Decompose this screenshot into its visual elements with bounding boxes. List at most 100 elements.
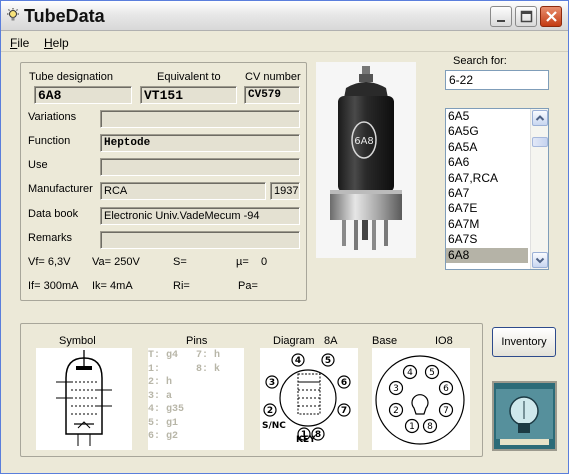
data-book-label: Data book	[28, 208, 79, 220]
base-pin: 6	[438, 380, 454, 396]
tube-list-item[interactable]: 6A5A	[446, 140, 528, 155]
equivalent-to-field[interactable]: VT151	[140, 86, 237, 104]
svg-text:1: 1	[409, 422, 415, 432]
scroll-up-button[interactable]	[532, 110, 548, 126]
va-value: Va= 250V	[92, 256, 140, 268]
tube-listbox[interactable]: 6A5 6A5G 6A5A 6A6 6A7,RCA 6A7 6A7E 6A7M 6A7S 6A8	[445, 108, 549, 270]
function-label: Function	[28, 135, 71, 147]
pin-entry: 7: h	[196, 350, 221, 361]
svg-text:3: 3	[393, 384, 399, 394]
svg-text:2: 2	[393, 406, 399, 416]
tube-photo: 6A8	[316, 62, 416, 258]
base-code: IO8	[435, 335, 453, 347]
pin-entry: 2: h	[148, 377, 173, 388]
year-field[interactable]: 1937	[270, 182, 300, 200]
base-pin: 3	[388, 380, 404, 396]
tube-list-item[interactable]: 6A7,RCA	[446, 171, 528, 186]
scroll-down-button[interactable]	[532, 252, 548, 268]
pin-entry: 8: k	[196, 363, 221, 375]
diagram-pin: 4	[291, 353, 305, 367]
svg-text:4: 4	[295, 356, 301, 366]
tube-list-item[interactable]: 6A8	[446, 247, 528, 263]
scroll-thumb[interactable]	[532, 137, 548, 147]
ri-value: Ri=	[173, 280, 190, 292]
svg-text:3: 3	[269, 378, 275, 388]
close-button[interactable]	[540, 6, 562, 27]
svg-text:7: 7	[341, 406, 347, 416]
base-pin: 2	[388, 402, 404, 418]
svg-text:8: 8	[427, 422, 433, 432]
search-input[interactable]: 6-22	[445, 70, 549, 90]
diagram-pin: 3	[265, 375, 279, 389]
inventory-button[interactable]: Inventory	[492, 327, 556, 357]
lightbulb-icon	[7, 8, 19, 21]
svg-text:8: 8	[315, 430, 321, 440]
equivalent-to-label: Equivalent to	[157, 71, 221, 83]
base-pin: 1	[404, 418, 420, 434]
diagram-key-text: KEY	[296, 435, 316, 445]
close-icon	[546, 11, 557, 22]
base-label: Base	[372, 335, 398, 347]
base-pinout-drawing: 12 34 56 78	[375, 355, 465, 445]
tube-label-text: 6A8	[354, 136, 374, 147]
mu-value: 0	[261, 256, 268, 268]
s-value: S=	[173, 256, 187, 268]
tube-list-item[interactable]: 6A7	[446, 186, 528, 201]
minimize-button[interactable]	[490, 6, 512, 27]
svg-text:5: 5	[325, 356, 331, 366]
base-diagram: 12 34 56 78	[372, 348, 470, 450]
menu-help-label: elp	[52, 36, 69, 50]
tube-designation-field[interactable]: 6A8	[34, 86, 132, 104]
pins-label: Pins	[186, 335, 208, 347]
cv-number-label: CV number	[245, 71, 301, 83]
menu-file[interactable]: File	[10, 36, 29, 50]
maximize-icon	[520, 10, 533, 23]
menu-bar: File Help	[1, 32, 568, 52]
pin-entry: 1:	[148, 363, 161, 375]
function-field[interactable]: Heptode	[100, 134, 300, 152]
base-pin: 4	[402, 364, 418, 380]
remarks-field[interactable]	[100, 231, 300, 249]
tube-list-item[interactable]: 6A7E	[446, 201, 528, 216]
vf-value: Vf= 6,3V	[28, 256, 71, 268]
pin-entry: 6: g2	[148, 431, 179, 442]
pin-diagram-drawing: 1234 5678 S/NC KEY	[262, 353, 351, 445]
use-label: Use	[28, 159, 48, 171]
svg-text:4: 4	[407, 368, 413, 378]
tube-list-item[interactable]: 6A7S	[446, 232, 528, 247]
manufacturer-field[interactable]: RCA	[100, 182, 266, 200]
use-field[interactable]	[100, 158, 300, 176]
app-logo	[492, 381, 557, 451]
tube-logo-icon	[494, 383, 555, 449]
base-pin: 7	[438, 402, 454, 418]
diagram-label: Diagram	[273, 335, 315, 347]
ik-value: Ik= 4mA	[92, 280, 133, 292]
data-book-field[interactable]: Electronic Univ.VadeMecum -94	[100, 207, 300, 225]
variations-label: Variations	[28, 111, 77, 123]
diagram-code: 8A	[324, 335, 338, 347]
tube-designation-label: Tube designation	[29, 71, 113, 83]
maximize-button[interactable]	[515, 6, 537, 27]
symbol-label: Symbol	[59, 335, 96, 347]
chevron-down-icon	[535, 257, 545, 264]
manufacturer-label: Manufacturer	[28, 183, 93, 195]
tube-list-item[interactable]: 6A5G	[446, 124, 528, 139]
tube-list-item[interactable]: 6A7M	[446, 217, 528, 232]
variations-field[interactable]	[100, 110, 300, 128]
menu-help[interactable]: Help	[44, 36, 69, 50]
pin-diagram: 12345678 S/NC KEY	[260, 348, 358, 450]
pin-entry: T: g4	[148, 350, 179, 361]
diagram-pin: 2	[263, 403, 277, 417]
cv-number-field[interactable]: CV579	[244, 86, 300, 104]
vacuum-tube-image: 6A8	[330, 66, 402, 250]
tube-list-item[interactable]: 6A5	[446, 109, 528, 124]
pa-value: Pa=	[238, 280, 258, 292]
svg-text:6: 6	[443, 384, 449, 394]
title-bar[interactable]: TubeData	[1, 1, 568, 31]
base-pin: 5	[424, 364, 440, 380]
diagram-pin: 5	[321, 353, 335, 367]
list-scrollbar[interactable]	[530, 109, 548, 269]
pin-entry: 3: a	[148, 390, 173, 402]
tube-list-item[interactable]: 6A6	[446, 155, 528, 170]
chevron-up-icon	[535, 115, 545, 121]
